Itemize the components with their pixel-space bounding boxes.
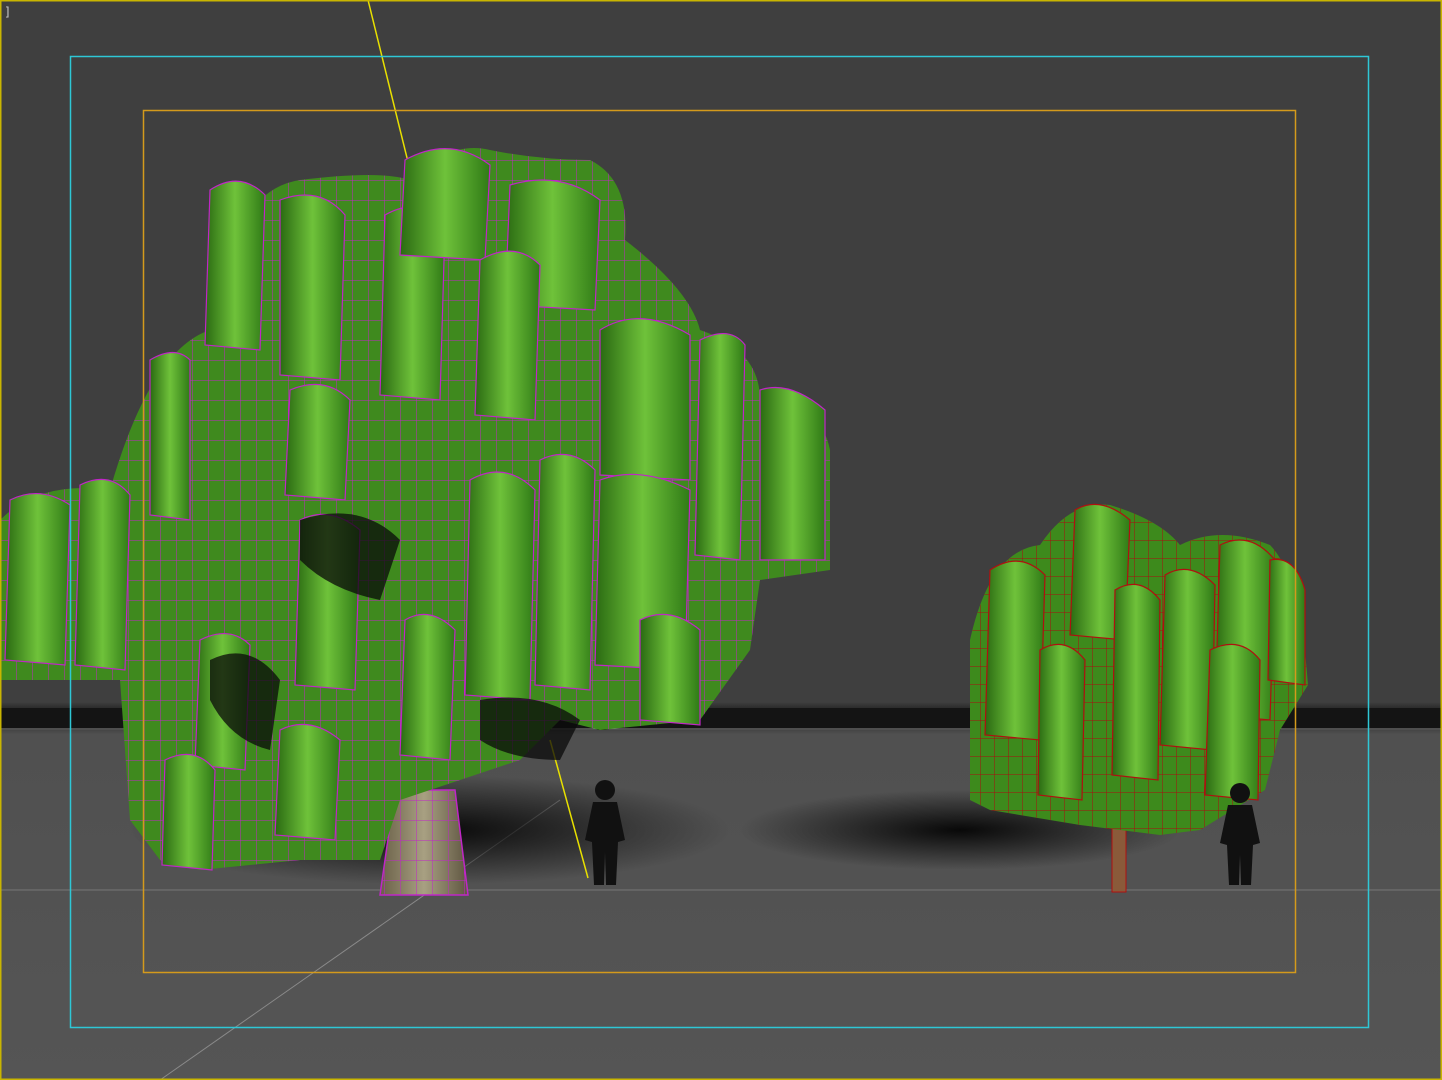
leaf-strand [4, 492, 71, 666]
leaf-strand [759, 386, 826, 561]
leaf-strand [599, 318, 691, 481]
leaf-strand [464, 471, 536, 701]
leaf-strand [1037, 643, 1086, 801]
leaf-strand [274, 723, 341, 841]
3d-viewport[interactable]: ] [0, 0, 1442, 1080]
leaf-strand [694, 333, 746, 561]
leaf-strand [279, 194, 346, 381]
leaf-strand [284, 383, 351, 501]
leaf-strand [534, 453, 596, 691]
leaf-strand [1204, 643, 1261, 801]
leaf-strand [1267, 558, 1306, 686]
leaf-strand [474, 250, 541, 421]
leaf-strand [149, 351, 191, 521]
viewport-scene[interactable] [0, 0, 1442, 1080]
leaf-strand [1111, 583, 1161, 781]
leaf-strand [639, 613, 701, 726]
leaf-strand [399, 148, 491, 261]
light-target-line[interactable] [367, 0, 411, 171]
leaf-strand [204, 180, 266, 351]
leaf-strand [161, 753, 216, 871]
leaf-strand [1159, 568, 1216, 751]
willow-tree-large[interactable] [0, 148, 830, 896]
viewport-label[interactable]: ] [4, 5, 11, 19]
leaf-strand [74, 478, 131, 671]
leaf-strand [984, 560, 1046, 741]
leaf-strand [399, 613, 456, 761]
